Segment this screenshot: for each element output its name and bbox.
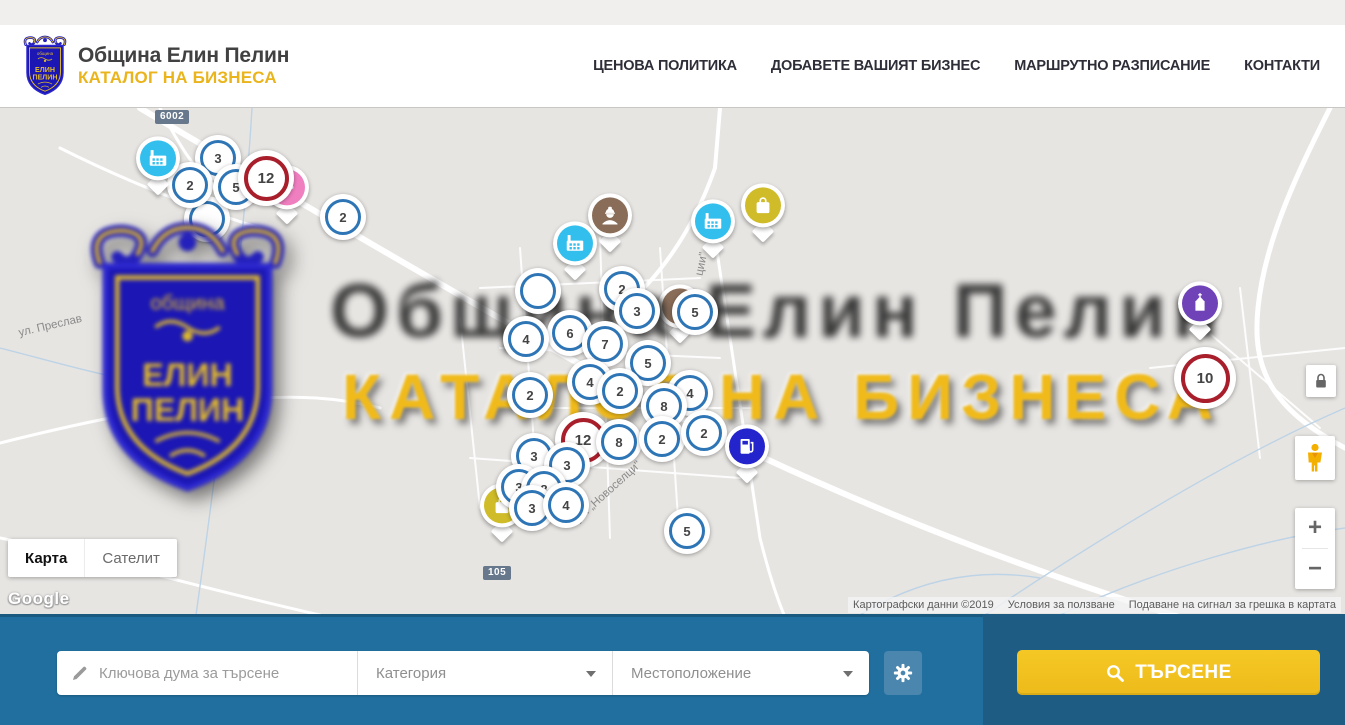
zoom-out-button[interactable]: − xyxy=(1295,549,1335,589)
search-submit-button[interactable]: ТЪРСЕНЕ xyxy=(1017,650,1320,695)
map-attribution: Картографски данни ©2019 Условия за ползв… xyxy=(848,597,1341,613)
cluster-count: 5 xyxy=(669,513,705,549)
watermark-subtitle: КАТАЛОГ НА БИЗНЕСА xyxy=(342,360,1221,434)
keyword-search-input[interactable] xyxy=(99,665,347,682)
zoom-control: + − xyxy=(1295,508,1335,589)
pencil-icon xyxy=(71,664,89,682)
cluster-count: 8 xyxy=(601,424,637,460)
cluster-marker[interactable]: 2 xyxy=(320,194,366,240)
cluster-count: 5 xyxy=(677,294,713,330)
cluster-count xyxy=(520,273,556,309)
bag-icon xyxy=(752,194,774,216)
cluster-count: 4 xyxy=(508,321,544,357)
fuel-icon xyxy=(736,435,758,457)
church-icon xyxy=(1189,292,1211,314)
worker-icon xyxy=(599,204,621,226)
cluster-marker[interactable]: 2 xyxy=(639,416,685,462)
cluster-count: 2 xyxy=(325,199,361,235)
google-map[interactable]: 6002105 ул. Преславбул. „Новоселци"ции" … xyxy=(0,107,1345,614)
category-dropdown[interactable]: Категория xyxy=(357,651,612,695)
attribution-text: Картографски данни ©2019 xyxy=(853,599,994,611)
site-logo[interactable]: Община Елин Пелин КАТАЛОГ НА БИЗНЕСА xyxy=(22,35,289,97)
cluster-marker[interactable]: 2 xyxy=(507,372,553,418)
chevron-down-icon xyxy=(843,671,853,677)
cluster-count: 3 xyxy=(619,293,655,329)
cluster-count: 2 xyxy=(512,377,548,413)
cluster-marker[interactable]: 2 xyxy=(597,368,643,414)
cluster-marker[interactable]: 5 xyxy=(664,508,710,554)
search-icon xyxy=(1105,663,1125,683)
zoom-in-button[interactable]: + xyxy=(1295,508,1335,548)
watermark-crest xyxy=(85,218,290,501)
keyword-field-section xyxy=(57,651,357,695)
map-type-control: Карта Сателит xyxy=(8,539,177,577)
advanced-search-settings-button[interactable] xyxy=(884,651,922,695)
gear-icon xyxy=(892,662,914,684)
pin-marker-church[interactable] xyxy=(1178,281,1222,339)
cluster-marker[interactable]: 2 xyxy=(681,410,727,456)
nav-item-add-your-business[interactable]: ДОБАВЕТЕ ВАШИЯТ БИЗНЕС xyxy=(771,58,980,74)
search-fields: Категория Местоположение xyxy=(57,651,869,695)
cluster-count: 2 xyxy=(602,373,638,409)
factory-icon xyxy=(564,232,586,254)
map-type-satellite-button[interactable]: Сателит xyxy=(84,539,177,577)
cluster-marker[interactable]: 12 xyxy=(238,150,294,206)
lock-icon xyxy=(1313,372,1329,390)
site-title: Община Елин Пелин xyxy=(78,44,289,68)
location-dropdown[interactable]: Местоположение xyxy=(612,651,869,695)
pin-marker-factory[interactable] xyxy=(136,136,180,194)
municipality-crest-logo xyxy=(22,35,68,97)
page-top-strip xyxy=(0,0,1345,25)
site-header: Община Елин Пелин КАТАЛОГ НА БИЗНЕСА ЦЕН… xyxy=(0,25,1345,107)
cluster-count: 10 xyxy=(1181,354,1230,403)
watermark-title: Община Елин Пелин xyxy=(330,268,1226,355)
attribution-link[interactable]: Подаване на сигнал за грешка в картата xyxy=(1129,599,1336,611)
attribution-link[interactable]: Условия за ползване xyxy=(1008,599,1115,611)
search-button-label: ТЪРСЕНЕ xyxy=(1135,662,1232,684)
chevron-down-icon xyxy=(586,671,596,677)
road-number-badge: 6002 xyxy=(155,110,189,124)
nav-item-route-schedule[interactable]: МАРШРУТНО РАЗПИСАНИЕ xyxy=(1014,58,1210,74)
cluster-count: 2 xyxy=(686,415,722,451)
search-panel: Категория Местоположение ТЪРСЕНЕ xyxy=(0,614,1345,725)
location-dropdown-label: Местоположение xyxy=(631,665,751,682)
pegman-icon xyxy=(1304,443,1326,473)
pin-marker-factory[interactable] xyxy=(691,199,735,257)
cluster-marker[interactable] xyxy=(515,268,561,314)
cluster-marker[interactable]: 5 xyxy=(672,289,718,335)
category-dropdown-label: Категория xyxy=(376,665,446,682)
nav-item-contacts[interactable]: КОНТАКТИ xyxy=(1244,58,1320,74)
cluster-count: 7 xyxy=(587,326,623,362)
cluster-marker[interactable]: 4 xyxy=(503,316,549,362)
map-type-map-button[interactable]: Карта xyxy=(8,539,84,577)
pin-marker-fuel[interactable] xyxy=(725,424,769,482)
site-subtitle: КАТАЛОГ НА БИЗНЕСА xyxy=(78,68,289,88)
pin-marker-factory[interactable] xyxy=(553,221,597,279)
pin-marker-bag[interactable] xyxy=(741,183,785,241)
cluster-count: 12 xyxy=(244,156,289,201)
cluster-marker[interactable]: 4 xyxy=(543,482,589,528)
fullscreen-lock-button[interactable] xyxy=(1306,365,1336,397)
cluster-count: 2 xyxy=(644,421,680,457)
street-view-pegman-button[interactable] xyxy=(1295,436,1335,480)
factory-icon xyxy=(147,147,169,169)
cluster-count: 4 xyxy=(548,487,584,523)
road-number-badge: 105 xyxy=(483,566,511,580)
nav-item-pricing-policy[interactable]: ЦЕНОВА ПОЛИТИКА xyxy=(593,58,737,74)
google-logo[interactable]: Google xyxy=(8,589,70,609)
cluster-marker[interactable]: 10 xyxy=(1174,347,1236,409)
factory-icon xyxy=(702,210,724,232)
main-nav: ЦЕНОВА ПОЛИТИКА ДОБАВЕТЕ ВАШИЯТ БИЗНЕС МАР… xyxy=(593,58,1320,74)
cluster-marker[interactable]: 8 xyxy=(596,419,642,465)
